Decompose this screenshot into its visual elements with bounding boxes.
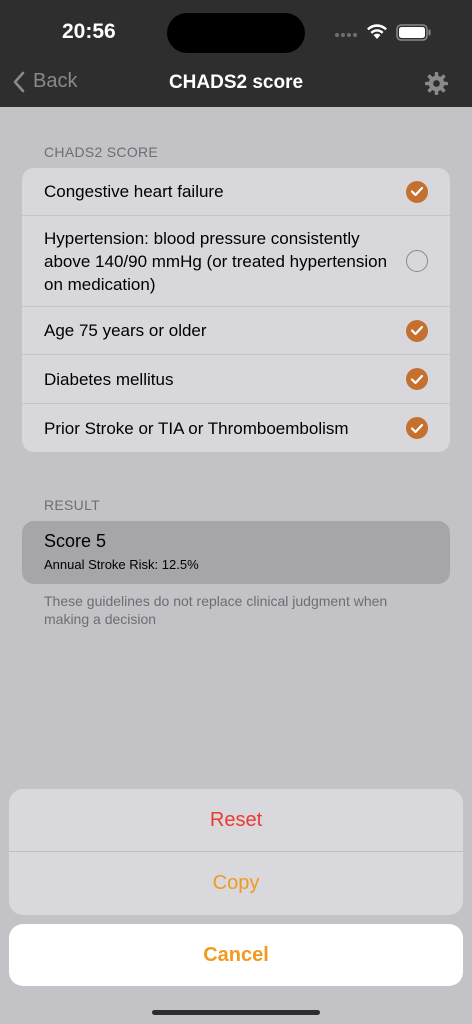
criterion-row-chf[interactable]: Congestive heart failure xyxy=(22,168,450,216)
action-sheet: Reset Copy xyxy=(9,789,463,915)
section-header-result: RESULT xyxy=(44,497,100,513)
criterion-label: Congestive heart failure xyxy=(44,182,224,201)
cancel-button[interactable]: Cancel xyxy=(9,924,463,986)
checkmark-icon xyxy=(406,417,428,439)
result-card[interactable]: Score 5 Annual Stroke Risk: 12.5% xyxy=(22,521,450,584)
score-value: Score 5 xyxy=(44,531,107,551)
page-title: CHADS2 score xyxy=(168,72,304,93)
gear-icon[interactable] xyxy=(424,71,449,96)
disclaimer-text: These guidelines do not replace clinical… xyxy=(44,593,388,627)
criterion-label: Age 75 years or older xyxy=(44,321,207,340)
criterion-label: Prior Stroke or TIA or Thromboembolism xyxy=(44,418,349,438)
signal-icon xyxy=(335,33,357,37)
stroke-risk-text: Annual Stroke Risk: 12.5% xyxy=(44,557,199,572)
empty-circle-icon xyxy=(406,250,428,272)
top-bar: 20:56 Back CHADS2 score xyxy=(0,0,472,107)
criterion-row-stroke[interactable]: Prior Stroke or TIA or Thromboembolism xyxy=(22,404,450,452)
score-criteria-list: Congestive heart failure Hypertension: b… xyxy=(22,168,450,452)
battery-icon xyxy=(396,24,431,41)
criterion-row-hypertension[interactable]: Hypertension: blood pressure consistentl… xyxy=(22,216,450,307)
criterion-label: Diabetes mellitus xyxy=(44,369,174,389)
criterion-row-diabetes[interactable]: Diabetes mellitus xyxy=(22,355,450,404)
checkmark-icon xyxy=(406,180,428,203)
dynamic-island xyxy=(167,13,305,53)
section-header-score: CHADS2 SCORE xyxy=(44,144,159,160)
criterion-label: Hypertension: blood pressure consistentl… xyxy=(44,228,388,294)
copy-button[interactable]: Copy xyxy=(9,852,463,915)
reset-button[interactable]: Reset xyxy=(9,789,463,852)
checkmark-icon xyxy=(406,368,428,390)
home-indicator[interactable] xyxy=(152,1010,320,1015)
criterion-row-age[interactable]: Age 75 years or older xyxy=(22,307,450,355)
status-time: 20:56 xyxy=(62,20,116,43)
wifi-icon xyxy=(367,24,387,39)
checkmark-icon xyxy=(406,319,428,342)
